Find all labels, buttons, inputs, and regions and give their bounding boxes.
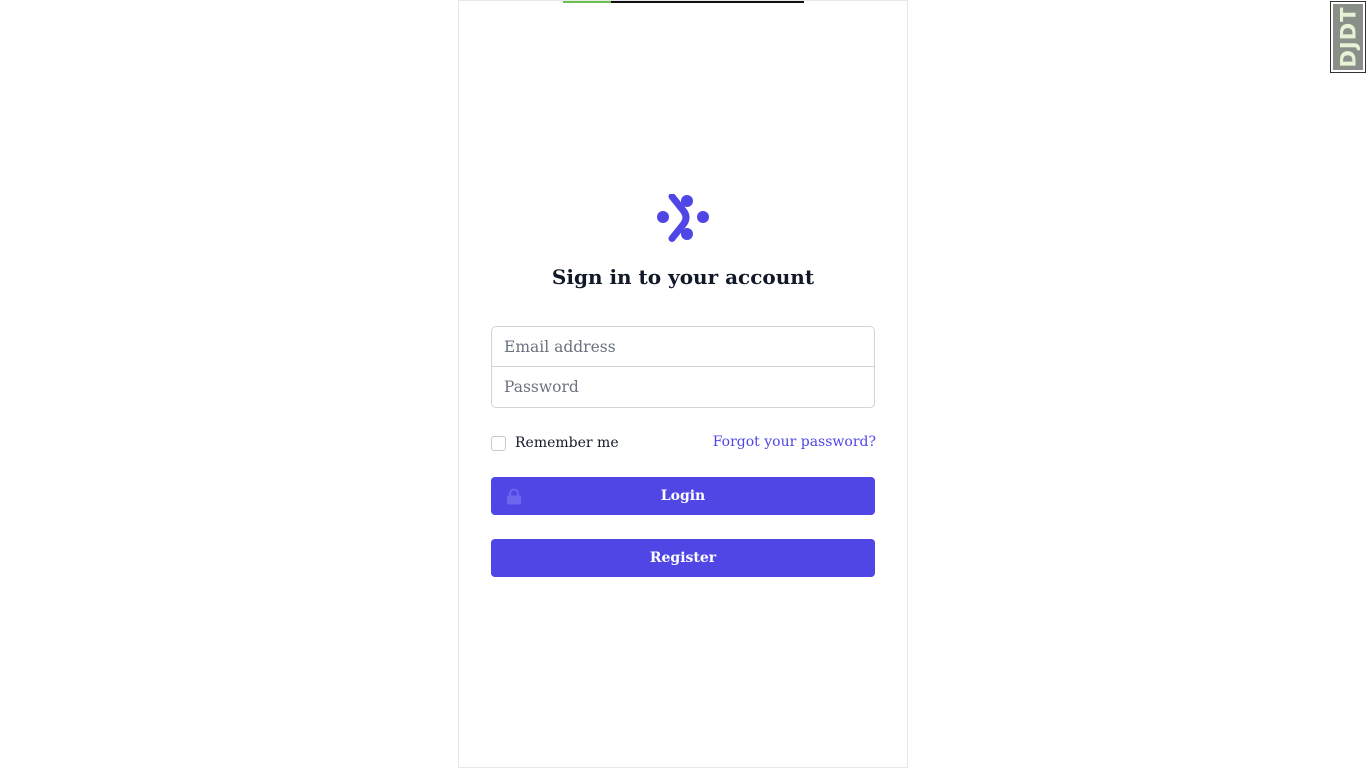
register-button[interactable]: Register <box>491 539 875 577</box>
debug-toolbar-toggle[interactable]: DJDT <box>1330 1 1366 73</box>
email-field[interactable] <box>491 326 875 367</box>
brand-logo-icon <box>657 194 709 242</box>
forgot-password-link[interactable]: Forgot your password? <box>713 434 876 450</box>
debug-toolbar-handle: DJDT <box>1333 4 1363 70</box>
lock-icon <box>507 488 521 505</box>
register-button-label: Register <box>649 550 717 566</box>
login-button[interactable]: Login <box>491 477 875 515</box>
remember-me-checkbox[interactable] <box>491 435 506 451</box>
login-button-label: Login <box>660 488 706 504</box>
debug-toolbar-label: DJDT <box>1336 6 1361 68</box>
remember-me[interactable]: Remember me <box>491 434 619 452</box>
remember-me-label: Remember me <box>515 435 619 451</box>
loading-progress-bar <box>563 1 804 3</box>
loading-progress-fill <box>563 1 612 3</box>
page-title: Sign in to your account <box>551 265 815 289</box>
password-field[interactable] <box>491 367 875 408</box>
login-panel: Sign in to your account Remember me Forg… <box>458 0 908 768</box>
